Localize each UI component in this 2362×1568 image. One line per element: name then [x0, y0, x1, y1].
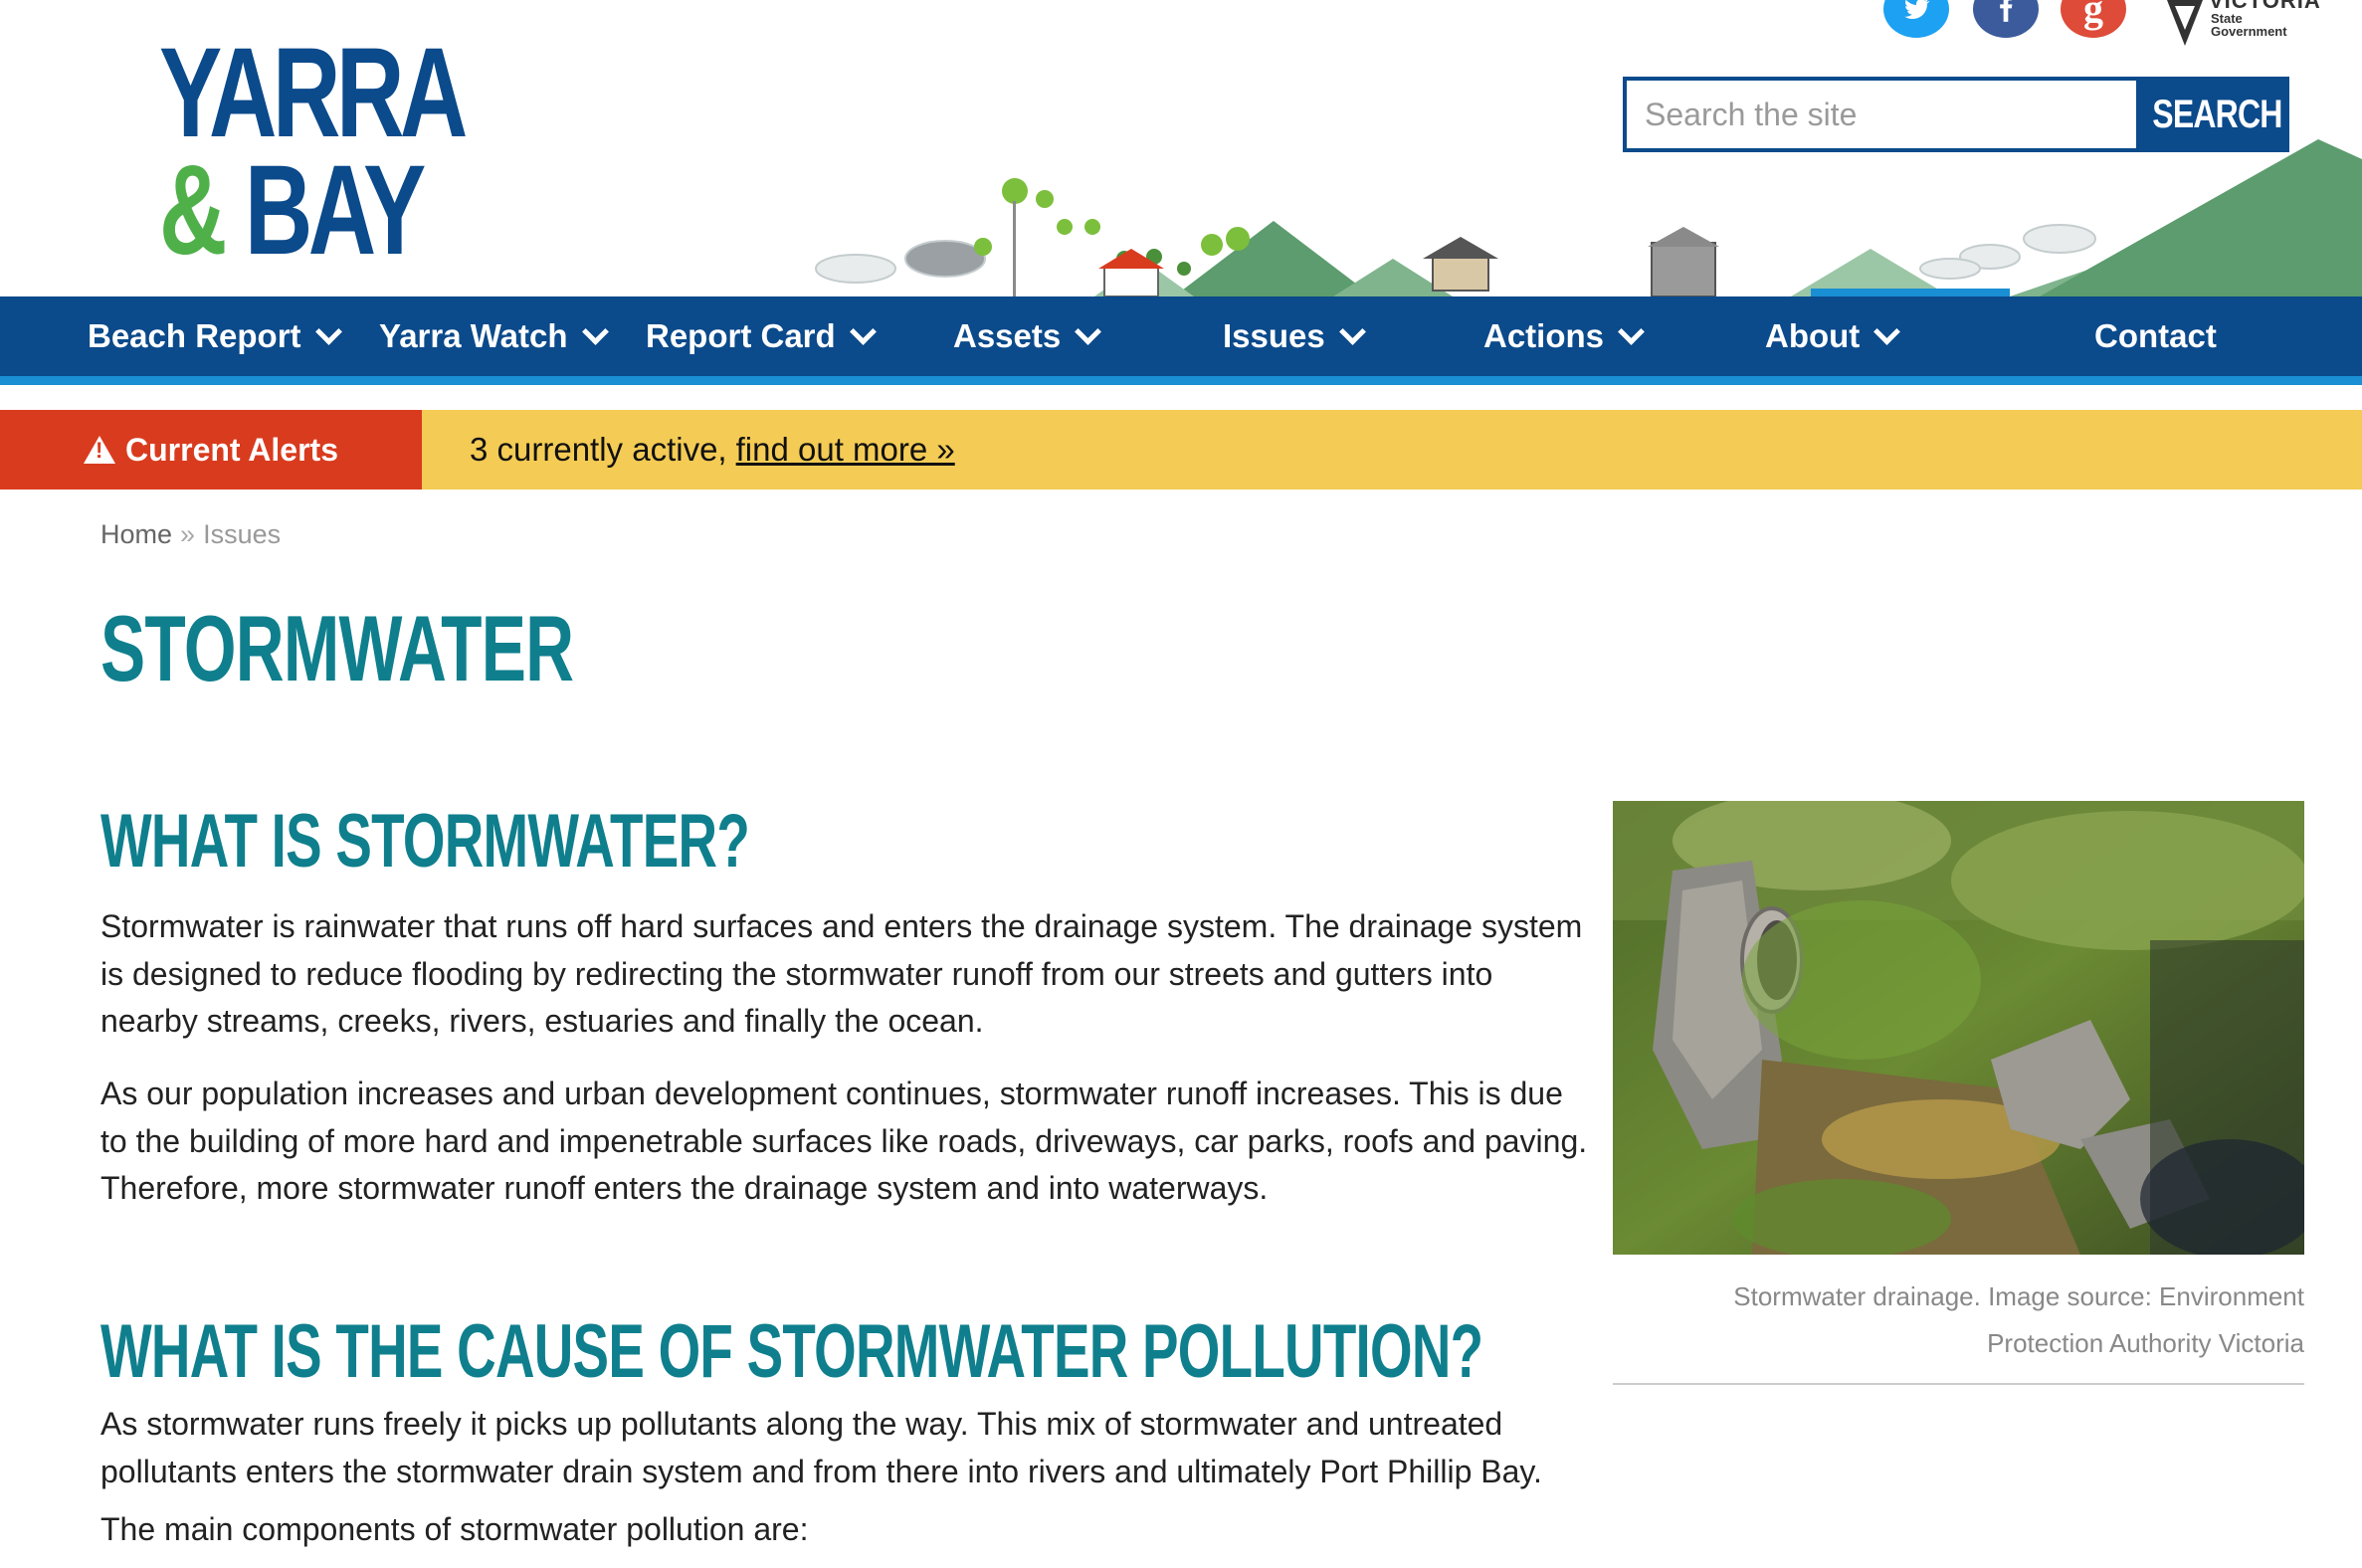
photo-caption: Stormwater drainage. Image source: Envir… — [1733, 1281, 2304, 1358]
section-paragraph: As stormwater runs freely it picks up po… — [100, 1406, 1542, 1489]
warning-icon — [84, 436, 116, 464]
nav-contact[interactable]: Contact — [2094, 296, 2217, 376]
twitter-icon[interactable] — [1883, 0, 1949, 38]
chevron-down-icon — [314, 317, 342, 345]
chevron-down-icon — [1873, 317, 1901, 345]
logo-yarra: YARRA — [159, 22, 468, 164]
facebook-icon[interactable] — [1973, 0, 2039, 38]
google-plus-icon[interactable]: g — [2061, 0, 2126, 38]
nav-label: Assets — [953, 317, 1062, 354]
nav-about[interactable]: About — [1765, 296, 1901, 376]
site-header: YARRA & BAY g VICTORIA State Government … — [0, 0, 2362, 296]
nav-label: Issues — [1223, 317, 1325, 354]
current-alerts-label[interactable]: Current Alerts — [0, 410, 422, 490]
chevron-down-icon — [849, 317, 877, 345]
water-strip — [1811, 289, 2010, 296]
alert-message: 3 currently active, find out more » — [470, 410, 955, 490]
breadcrumb-separator: » — [180, 519, 196, 549]
section-paragraph: The main components of stormwater pollut… — [100, 1511, 809, 1547]
nav-issues[interactable]: Issues — [1223, 296, 1366, 376]
section-paragraph: As our population increases and urban de… — [100, 1076, 1588, 1206]
site-logo[interactable]: YARRA & BAY — [159, 22, 468, 275]
logo-bay: BAY — [244, 139, 426, 282]
nav-beach-report[interactable]: Beach Report — [88, 296, 342, 376]
stormwater-drain-photo — [1613, 801, 2304, 1255]
alert-text: 3 currently active, — [470, 431, 727, 468]
nav-label: Contact — [2094, 317, 2217, 354]
nav-report-card[interactable]: Report Card — [646, 296, 877, 376]
logo-and-bay: & BAY — [159, 147, 426, 275]
logo-ampersand: & — [159, 139, 227, 282]
alert-label-text: Current Alerts — [125, 431, 338, 468]
nav-assets[interactable]: Assets — [953, 296, 1102, 376]
chevron-down-icon — [1618, 317, 1645, 345]
current-alerts-bar: Current Alerts 3 currently active, find … — [0, 410, 2362, 490]
search-button[interactable]: SEARCH — [2136, 81, 2285, 148]
facebook-f-glyph — [2000, 0, 2013, 22]
victoria-sub-government: Government — [2211, 24, 2287, 39]
nav-label: About — [1765, 317, 1861, 354]
main-nav: Beach Report Yarra Watch Report Card Ass… — [0, 296, 2362, 385]
breadcrumb: Home » Issues — [100, 519, 281, 550]
mountains-icon — [1094, 139, 2362, 296]
breadcrumb-home[interactable]: Home — [100, 519, 172, 549]
breadcrumb-current: Issues — [203, 519, 282, 549]
chevron-down-icon — [1338, 317, 1366, 345]
section-heading: WHAT IS THE CAUSE OF STORMWATER POLLUTIO… — [100, 1309, 1483, 1394]
search-button-label: SEARCH — [2152, 92, 2282, 136]
nav-yarra-watch[interactable]: Yarra Watch — [379, 296, 609, 376]
find-out-more-link[interactable]: find out more » — [736, 431, 955, 469]
section-heading: WHAT IS STORMWATER? — [100, 799, 750, 883]
nav-label: Report Card — [646, 317, 836, 354]
nav-label: Actions — [1483, 317, 1605, 354]
section-paragraph: Stormwater is rainwater that runs off ha… — [100, 908, 1583, 1039]
search-input[interactable] — [1627, 81, 2136, 148]
twitter-bird-glyph — [1904, 0, 1930, 19]
header-landscape-illustration — [815, 139, 2362, 296]
chevron-down-icon — [1075, 317, 1102, 345]
page-title: STORMWATER — [100, 596, 574, 700]
nav-label: Yarra Watch — [379, 317, 568, 354]
chevron-down-icon — [581, 317, 609, 345]
nav-label: Beach Report — [88, 317, 301, 354]
victoria-subtitle: State Government — [2211, 12, 2287, 38]
nav-actions[interactable]: Actions — [1483, 296, 1645, 376]
caption-divider — [1613, 1383, 2304, 1385]
google-g-glyph: g — [2083, 0, 2103, 31]
drain-photo-illustration — [1613, 801, 2304, 1255]
